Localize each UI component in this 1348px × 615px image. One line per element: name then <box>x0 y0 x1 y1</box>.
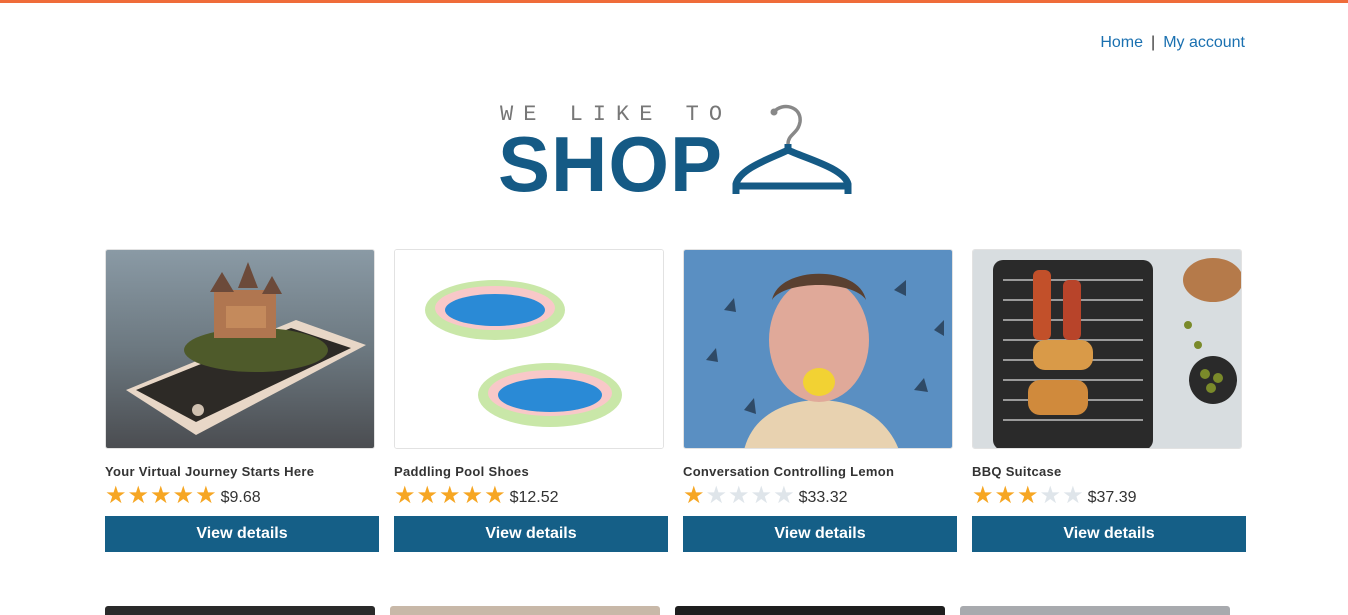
product-card: Your Virtual Journey Starts Here ★★★★★ $… <box>105 249 379 552</box>
product-title[interactable]: Your Virtual Journey Starts Here <box>105 464 379 479</box>
shop-logo[interactable]: WE LIKE TO SHOP <box>498 100 858 204</box>
star-icon: ★ <box>105 482 127 509</box>
view-details-button[interactable]: View details <box>105 516 379 552</box>
product-price: $37.39 <box>1087 489 1137 506</box>
paddling-pools-image[interactable] <box>394 249 664 449</box>
star-icon: ★ <box>439 482 461 509</box>
star-icon: ★ <box>394 482 416 509</box>
phone-castle-image[interactable] <box>105 249 375 449</box>
product-card: Conversation Controlling Lemon ★★★★★ $33… <box>683 249 957 552</box>
view-details-button[interactable]: View details <box>394 516 668 552</box>
product-image-partial[interactable] <box>105 606 375 615</box>
star-icon: ★ <box>705 482 728 509</box>
lemon-man-image[interactable] <box>683 249 953 449</box>
view-details-button[interactable]: View details <box>972 516 1246 552</box>
star-icon: ★ <box>172 482 195 509</box>
star-icon: ★ <box>1017 482 1039 509</box>
view-details-button[interactable]: View details <box>683 516 957 552</box>
star-icon: ★ <box>683 482 705 509</box>
next-row-thumbnails <box>105 606 1245 615</box>
product-card: Paddling Pool Shoes ★★★★★ $12.52 View de… <box>394 249 668 552</box>
bbq-grill-image[interactable] <box>972 249 1242 449</box>
star-icon: ★ <box>195 482 217 509</box>
product-title[interactable]: BBQ Suitcase <box>972 464 1246 479</box>
star-icon: ★ <box>1062 482 1084 509</box>
star-icon: ★ <box>461 482 484 509</box>
star-icon: ★ <box>1039 482 1062 509</box>
top-nav: Home | My account <box>1100 34 1245 52</box>
star-icon: ★ <box>484 482 506 509</box>
top-accent-bar <box>0 0 1348 3</box>
product-image-partial[interactable] <box>675 606 945 615</box>
star-icon: ★ <box>416 482 439 509</box>
star-icon: ★ <box>972 482 994 509</box>
star-icon: ★ <box>773 482 795 509</box>
hanger-icon <box>732 104 852 194</box>
star-icon: ★ <box>994 482 1017 509</box>
star-rating: ★★★★★ $12.52 <box>394 484 668 508</box>
home-link[interactable]: Home <box>1100 34 1143 52</box>
star-icon: ★ <box>728 482 750 509</box>
product-price: $33.32 <box>798 489 848 506</box>
product-title[interactable]: Conversation Controlling Lemon <box>683 464 957 479</box>
star-rating: ★★★★★ $33.32 <box>683 484 957 508</box>
product-grid: Your Virtual Journey Starts Here ★★★★★ $… <box>105 249 1246 552</box>
product-price: $9.68 <box>220 489 261 506</box>
star-icon: ★ <box>750 482 773 509</box>
product-card: BBQ Suitcase ★★★★★ $37.39 View details <box>972 249 1246 552</box>
my-account-link[interactable]: My account <box>1163 34 1245 52</box>
logo-brand: SHOP <box>498 120 724 208</box>
star-rating: ★★★★★ $9.68 <box>105 484 379 508</box>
product-title[interactable]: Paddling Pool Shoes <box>394 464 668 479</box>
product-image-partial[interactable] <box>960 606 1230 615</box>
star-rating: ★★★★★ $37.39 <box>972 484 1246 508</box>
star-icon: ★ <box>150 482 172 509</box>
product-image-partial[interactable] <box>390 606 660 615</box>
nav-separator: | <box>1151 34 1156 51</box>
product-price: $12.52 <box>509 489 559 506</box>
star-icon: ★ <box>127 482 150 509</box>
